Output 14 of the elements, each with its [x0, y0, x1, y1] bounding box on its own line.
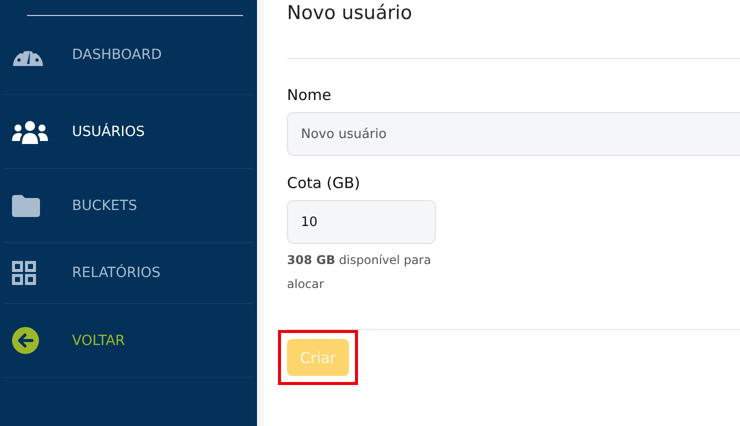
- folder-icon: [12, 194, 40, 216]
- field-label: Cota (GB): [287, 174, 362, 192]
- field-label: Nome: [287, 86, 332, 104]
- sidebar-item[interactable]: BUCKETS: [4, 169, 253, 243]
- grid-icon: [12, 261, 36, 285]
- input-field[interactable]: 10: [287, 200, 436, 244]
- sidebar-item[interactable]: RELATÓRIOS: [4, 243, 253, 304]
- users-icon: [12, 120, 48, 144]
- help-text: 308 GB disponível para alocar: [287, 252, 432, 293]
- sidebar-item[interactable]: VOLTAR: [4, 304, 253, 378]
- input-field[interactable]: Novo usuário: [287, 112, 740, 156]
- sidebar-item[interactable]: USUÁRIOS: [4, 95, 253, 169]
- page-title: Novo usuário: [287, 1, 414, 26]
- sidebar-item[interactable]: DASHBOARD: [4, 16, 253, 95]
